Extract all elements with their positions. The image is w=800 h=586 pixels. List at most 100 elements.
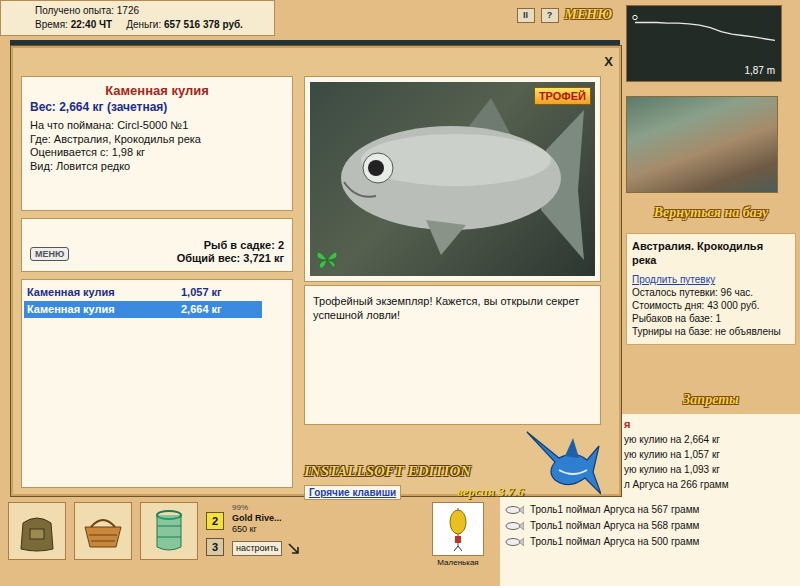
experience-label: Получено опыта: bbox=[35, 5, 114, 16]
top-buttons: II ? МЕНЮ bbox=[517, 0, 620, 23]
marlin-logo-icon bbox=[525, 428, 601, 500]
rod-slot[interactable]: 3 bbox=[206, 538, 224, 556]
fish-info-window: X Каменная кулия Вес: 2,664 кг (зачетная… bbox=[10, 45, 622, 497]
rod-slots: 23 bbox=[206, 502, 224, 556]
log-row: Троль1 поймал Аргуса на 500 грамм bbox=[500, 534, 800, 550]
keepnet-slot[interactable] bbox=[140, 502, 198, 560]
depth-chart: 1,87 m bbox=[626, 5, 782, 82]
fish-detail: Где: Австралия, Крокодилья река bbox=[30, 133, 284, 147]
money: Деньги: 657 516 378 руб. bbox=[126, 18, 243, 32]
spinner-lure-icon bbox=[438, 506, 478, 552]
depth-reading: 1,87 m bbox=[744, 65, 775, 76]
catch-weight: 1,057 кг bbox=[181, 284, 262, 301]
rod-condition: 99% bbox=[232, 502, 316, 513]
left-pane: Каменная кулия Вес: 2,664 кг (зачетная) … bbox=[21, 76, 293, 488]
catch-name: Каменная кулия bbox=[27, 301, 181, 318]
rod-setup-row: настроить bbox=[232, 541, 316, 556]
fish-picture-icon bbox=[316, 90, 586, 270]
photo-card: ТРОФЕЙ bbox=[304, 76, 601, 282]
trophy-badge: ТРОФЕЙ bbox=[534, 87, 591, 105]
fish-name: Каменная кулия bbox=[30, 83, 284, 99]
rod-slot[interactable]: 2 bbox=[206, 512, 224, 530]
rod-panel: 99% Gold Rive... 650 кг настроить bbox=[232, 502, 316, 556]
experience: Получено опыта: 1726 bbox=[35, 4, 266, 18]
location-detail: Осталось путевки: 96 час. bbox=[632, 286, 790, 299]
fish-detail: Вид: Ловится редко bbox=[30, 160, 284, 174]
cast-arrow-icon[interactable] bbox=[288, 543, 300, 555]
bag-slot[interactable] bbox=[8, 502, 66, 560]
location-detail: Стоимость дня: 43 000 руб. bbox=[632, 299, 790, 312]
right-column: 1,87 m Вернуться на базу Австралия. Крок… bbox=[620, 0, 800, 414]
log-text: ую кулию на 1,057 кг bbox=[624, 449, 720, 460]
help-button[interactable]: ? bbox=[541, 8, 559, 23]
close-button[interactable]: X bbox=[604, 54, 613, 69]
experience-value: 1726 bbox=[117, 5, 139, 16]
lure-label: Маленькая bbox=[437, 558, 478, 567]
line-strength: 650 кг bbox=[232, 524, 316, 535]
right-pane: ТРОФЕЙ Трофейный экземпляр! Кажется, вы … bbox=[304, 76, 601, 488]
fish-icon bbox=[504, 537, 524, 547]
basket-slot[interactable] bbox=[74, 502, 132, 560]
log-text: ую кулию на 2,664 кг bbox=[624, 434, 720, 445]
keepnet-icon bbox=[154, 509, 184, 553]
time-value: 22:40 ЧТ bbox=[71, 19, 113, 30]
log-text: Троль1 поймал Аргуса на 568 грамм bbox=[530, 518, 699, 534]
pause-button[interactable]: II bbox=[517, 8, 535, 23]
log-text: Троль1 поймал Аргуса на 500 грамм bbox=[530, 534, 699, 550]
bans-button[interactable]: Запреты bbox=[626, 388, 796, 412]
footer-row: Горячие клавиши версия 3.7.6 bbox=[304, 484, 524, 500]
setup-button[interactable]: настроить bbox=[232, 541, 282, 556]
basket-icon bbox=[81, 513, 125, 549]
catch-name: Каменная кулия bbox=[27, 284, 181, 301]
money-value: 657 516 378 руб. bbox=[164, 19, 243, 30]
butterfly-icon[interactable] bbox=[316, 250, 338, 270]
fish-card: Каменная кулия Вес: 2,664 кг (зачетная) … bbox=[21, 76, 293, 211]
float-marker-icon bbox=[633, 15, 637, 19]
status-row: Получено опыта: 1726 Время: 22:40 ЧТ Ден… bbox=[0, 0, 620, 40]
time-money: Время: 22:40 ЧТ Деньги: 657 516 378 руб. bbox=[35, 18, 266, 32]
status-panel: Получено опыта: 1726 Время: 22:40 ЧТ Ден… bbox=[0, 0, 275, 36]
fish-weight: Вес: 2,664 кг (зачетная) bbox=[30, 99, 284, 115]
logo-title: INSTALLSOFT EDITION bbox=[304, 463, 524, 480]
location-title: Австралия. Крокодилья река bbox=[632, 239, 790, 267]
catch-row[interactable]: Каменная кулия 2,664 кг bbox=[24, 301, 262, 318]
catch-list: Каменная кулия 1,057 кгКаменная кулия 2,… bbox=[21, 279, 293, 488]
money-label: Деньги: bbox=[126, 19, 161, 30]
fish-photo: ТРОФЕЙ bbox=[310, 82, 595, 276]
logo-version: версия 3.7.6 bbox=[457, 484, 524, 500]
location-detail: Рыбаков на базе: 1 bbox=[632, 312, 790, 325]
time-label: Время: bbox=[35, 19, 68, 30]
catch-row[interactable]: Каменная кулия 1,057 кг bbox=[24, 284, 262, 301]
depth-profile-line bbox=[635, 23, 775, 41]
fish-detail: Оценивается с: 1,98 кг bbox=[30, 146, 284, 160]
location-info: Австралия. Крокодилья река Продлить путе… bbox=[626, 233, 796, 345]
extend-trip-link[interactable]: Продлить путевку bbox=[632, 273, 790, 286]
log-row: Троль1 поймал Аргуса на 568 грамм bbox=[500, 518, 800, 534]
keepnet-menu-button[interactable]: МЕНЮ bbox=[30, 247, 69, 261]
keepnet-line: Общий вес: 3,721 кг bbox=[177, 252, 284, 265]
menu-button[interactable]: МЕНЮ bbox=[565, 7, 612, 23]
logo: INSTALLSOFT EDITION Горячие клавиши верс… bbox=[304, 463, 524, 500]
log-text: ую кулию на 1,093 кг bbox=[624, 464, 720, 475]
keepnet-card: МЕНЮ Рыб в садке: 2Общий вес: 3,721 кг bbox=[21, 218, 293, 272]
location-map bbox=[626, 96, 778, 193]
location-detail: Турниры на базе: не объявлены bbox=[632, 325, 790, 338]
log-text: л Аргуса на 266 грамм bbox=[624, 479, 729, 490]
lure-slot[interactable]: Маленькая bbox=[426, 502, 490, 567]
hotkeys-button[interactable]: Горячие клавиши bbox=[304, 485, 401, 500]
reel-name: Gold Rive... bbox=[232, 513, 316, 524]
keepnet-line: Рыб в садке: 2 bbox=[177, 239, 284, 252]
lure-box bbox=[432, 502, 484, 556]
return-to-base-button[interactable]: Вернуться на базу bbox=[626, 201, 796, 225]
fish-detail: На что поймана: Circl-5000 №1 bbox=[30, 119, 284, 133]
bag-icon bbox=[17, 509, 57, 553]
keepnet-summary: Рыб в садке: 2Общий вес: 3,721 кг bbox=[177, 239, 284, 265]
fish-icon bbox=[504, 521, 524, 531]
log-text: Троль1 поймал Аргуса на 567 грамм bbox=[530, 502, 699, 518]
fish-icon bbox=[504, 505, 524, 515]
window-footer: INSTALLSOFT EDITION Горячие клавиши верс… bbox=[304, 428, 601, 500]
game-screen: Получено опыта: 1726 Время: 22:40 ЧТ Ден… bbox=[0, 0, 800, 586]
time: Время: 22:40 ЧТ bbox=[35, 18, 112, 32]
trophy-message: Трофейный экземпляр! Кажется, вы открыли… bbox=[304, 285, 601, 425]
catch-weight: 2,664 кг bbox=[181, 301, 262, 318]
